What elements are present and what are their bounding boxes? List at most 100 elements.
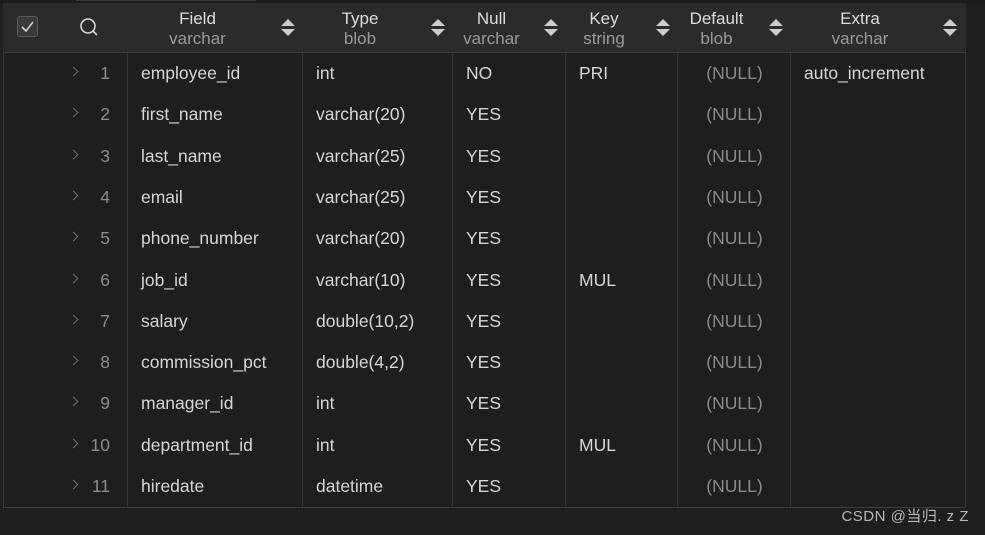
column-header-type[interactable]: Type blob [302,3,452,52]
cell-type[interactable]: datetime [316,466,383,507]
cell-field[interactable]: last_name [141,136,222,177]
cell-key[interactable]: MUL [579,425,616,466]
table-row[interactable]: 3 last_name varchar(25) YES (NULL) [4,136,965,177]
table-row[interactable]: 1 employee_id int NO PRI (NULL) auto_increment [4,53,965,94]
cell-default[interactable]: (NULL) [678,260,791,301]
cell-type[interactable]: double(4,2) [316,342,405,383]
table-row[interactable]: 10 department_id int YES MUL (NULL) [4,425,965,466]
cell-type[interactable]: int [316,383,334,424]
cell-type[interactable]: varchar(20) [316,218,405,259]
column-header-extra[interactable]: Extra varchar [790,3,964,52]
cell-key[interactable]: PRI [579,53,608,94]
sort-toggle-icon[interactable] [280,19,296,39]
cell-type[interactable]: varchar(20) [316,94,405,135]
sort-toggle-icon[interactable] [655,19,671,39]
watermark: CSDN @当归. z Z [841,508,969,525]
table-row[interactable]: 7 salary double(10,2) YES (NULL) [4,301,965,342]
cell-field[interactable]: hiredate [141,466,204,507]
column-header-null[interactable]: Null varchar [452,3,565,52]
row-number: 8 [100,352,110,373]
cell-extra[interactable]: auto_increment [804,53,925,94]
sort-toggle-icon[interactable] [942,19,958,39]
row-number: 7 [100,310,110,331]
cell-field[interactable]: job_id [141,260,188,301]
search-button[interactable] [79,17,99,37]
cell-field[interactable]: salary [141,301,188,342]
cell-field[interactable]: email [141,177,183,218]
cell-default[interactable]: (NULL) [678,425,791,466]
cell-default[interactable]: (NULL) [678,466,791,507]
sort-toggle-icon[interactable] [768,19,784,39]
cell-null[interactable]: YES [466,383,501,424]
cell-null[interactable]: YES [466,94,501,135]
row-number: 10 [90,434,110,455]
row-number: 4 [100,186,110,207]
cell-default[interactable]: (NULL) [678,301,791,342]
cell-null[interactable]: YES [466,260,501,301]
cell-field[interactable]: department_id [141,425,253,466]
sort-toggle-icon[interactable] [543,19,559,39]
column-title: Field [179,9,216,28]
cell-type[interactable]: varchar(10) [316,260,405,301]
column-header-default[interactable]: Default blob [677,3,790,52]
column-type: string [583,29,625,48]
row-number: 9 [100,393,110,414]
search-icon [80,18,98,36]
table-row[interactable]: 2 first_name varchar(20) YES (NULL) [4,94,965,135]
table-row[interactable]: 9 manager_id int YES (NULL) [4,383,965,424]
cell-null[interactable]: YES [466,136,501,177]
cell-default[interactable]: (NULL) [678,53,791,94]
tab-indicator [76,0,256,1]
table-row[interactable]: 5 phone_number varchar(20) YES (NULL) [4,218,965,259]
cell-default[interactable]: (NULL) [678,94,791,135]
cell-type[interactable]: int [316,425,334,466]
table-row[interactable]: 8 commission_pct double(4,2) YES (NULL) [4,342,965,383]
table-row[interactable]: 6 job_id varchar(10) YES MUL (NULL) [4,260,965,301]
column-type: blob [343,29,377,48]
cell-null[interactable]: YES [466,466,501,507]
checkmark-icon [21,21,34,33]
cell-field[interactable]: first_name [141,94,223,135]
cell-null[interactable]: YES [466,218,501,259]
column-type: varchar [169,29,226,48]
cell-default[interactable]: (NULL) [678,177,791,218]
row-number: 11 [91,476,110,496]
cell-field[interactable]: commission_pct [141,342,266,383]
cell-key[interactable]: MUL [579,260,616,301]
column-title: Null [476,9,507,28]
column-title: Default [689,9,744,28]
cell-type[interactable]: varchar(25) [316,136,405,177]
cell-null[interactable]: YES [466,425,501,466]
cell-field[interactable]: manager_id [141,383,233,424]
column-header-key[interactable]: Key string [565,3,677,52]
cell-null[interactable]: YES [466,301,501,342]
column-title: Key [589,9,619,28]
cell-type[interactable]: double(10,2) [316,301,414,342]
table-row[interactable]: 11 hiredate datetime YES (NULL) [4,466,965,507]
grid-body: 1 employee_id int NO PRI (NULL) auto_increment… [3,53,966,508]
grid-header: Field varchar Type blob Null varchar Key string… [3,3,966,53]
cell-field[interactable]: phone_number [141,218,259,259]
row-number: 5 [100,228,110,249]
cell-field[interactable]: employee_id [141,53,240,94]
row-number: 6 [100,269,110,290]
column-type: blob [700,29,733,48]
column-title: Extra [840,9,880,28]
cell-default[interactable]: (NULL) [678,218,791,259]
cell-type[interactable]: varchar(25) [316,177,405,218]
result-grid: Field varchar Type blob Null varchar Key string… [3,3,966,508]
cell-null[interactable]: YES [466,342,501,383]
select-all-checkbox[interactable] [17,16,38,37]
sort-toggle-icon[interactable] [430,19,446,39]
column-header-field[interactable]: Field varchar [127,3,302,52]
row-number: 3 [100,145,110,166]
cell-default[interactable]: (NULL) [678,136,791,177]
cell-default[interactable]: (NULL) [678,342,791,383]
cell-null[interactable]: NO [466,53,492,94]
cell-default[interactable]: (NULL) [678,383,791,424]
cell-type[interactable]: int [316,53,334,94]
cell-null[interactable]: YES [466,177,501,218]
table-row[interactable]: 4 email varchar(25) YES (NULL) [4,177,965,218]
column-type: varchar [831,29,889,48]
column-title: Type [341,9,379,28]
